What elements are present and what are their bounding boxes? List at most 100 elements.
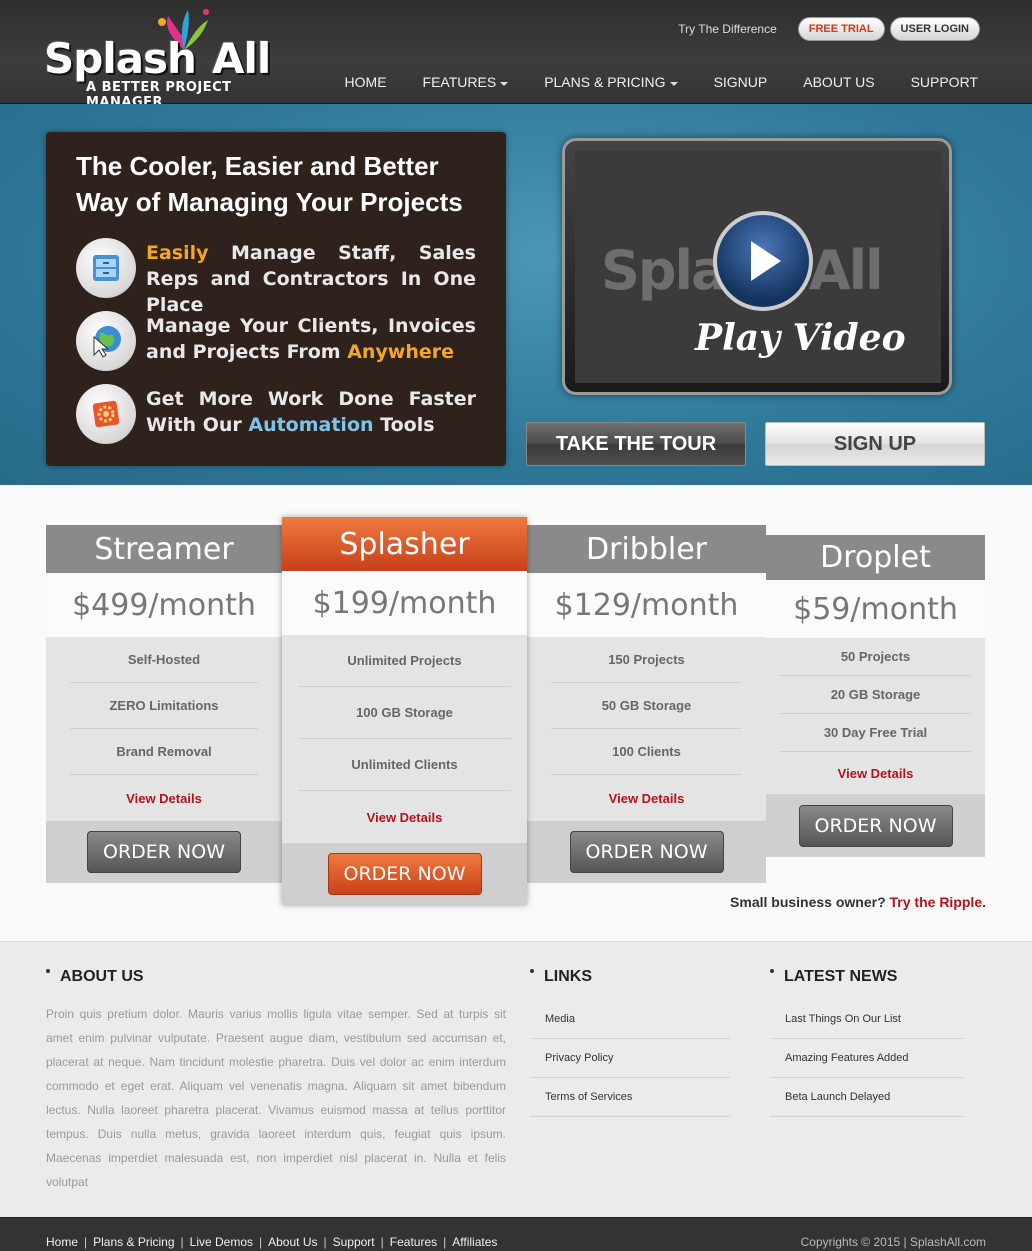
plan-dribbler: Dribbler $129/month 150 Projects 50 GB S… [527, 525, 766, 883]
caret-down-icon [669, 82, 678, 86]
bottom-link-about[interactable]: About Us [268, 1235, 317, 1249]
feature-item: Easily Manage Staff, Sales Reps and Cont… [76, 236, 486, 316]
nav-features[interactable]: FEATURES [423, 74, 509, 90]
order-area: ORDER NOW [46, 821, 282, 883]
feature-text: Get More Work Done Faster With Our Autom… [146, 388, 476, 436]
site-header: Splash All A BETTER PROJECT MANAGER Try … [0, 0, 1032, 110]
bottom-link-features[interactable]: Features [390, 1235, 437, 1249]
free-trial-button[interactable]: FREE TRIAL [797, 17, 885, 41]
top-links: Try The Difference FREE TRIAL USER LOGIN [678, 16, 980, 42]
video-player[interactable]: Splash All Play Video [562, 138, 952, 395]
plan-price: $199/month [282, 571, 527, 635]
nav-home[interactable]: HOME [345, 74, 387, 90]
footer-link-terms[interactable]: Terms of Services [530, 1078, 730, 1117]
plan-name: Droplet [766, 535, 985, 580]
order-now-button[interactable]: ORDER NOW [87, 831, 241, 873]
plan-features: Unlimited Projects 100 GB Storage Unlimi… [282, 635, 527, 791]
try-ripple-link[interactable]: Try the Ripple. [890, 894, 986, 910]
plan-features: 150 Projects 50 GB Storage 100 Clients [527, 637, 766, 775]
feature-item: Get More Work Done Faster With Our Autom… [76, 382, 486, 444]
news-item[interactable]: Last Things On Our List [770, 1000, 964, 1039]
plan-feature: 20 GB Storage [780, 676, 971, 714]
nav-about-us[interactable]: ABOUT US [803, 74, 874, 90]
logo-word-splash: Splash [44, 34, 197, 83]
about-us-heading: ABOUT US [46, 968, 144, 986]
about-us-text: Proin quis pretium dolor. Mauris varius … [46, 1007, 506, 1189]
play-icon[interactable] [713, 211, 813, 311]
feature-text: Easily Manage Staff, Sales Reps and Cont… [146, 242, 476, 316]
view-details-link[interactable]: View Details [766, 752, 985, 794]
bullet-icon [530, 969, 534, 973]
gear-icon [76, 384, 136, 444]
plan-price: $129/month [527, 573, 766, 637]
copyright: Copyrights © 2015 | SplashAll.com [800, 1235, 986, 1249]
bullet-icon [46, 969, 50, 973]
caret-down-icon [500, 82, 509, 86]
bottom-link-support[interactable]: Support [333, 1235, 375, 1249]
latest-news-heading: LATEST NEWS [770, 968, 897, 986]
news-item[interactable]: Amazing Features Added [770, 1039, 964, 1078]
bottom-link-home[interactable]: Home [46, 1235, 78, 1249]
bottom-link-plans[interactable]: Plans & Pricing [93, 1235, 174, 1249]
order-now-button[interactable]: ORDER NOW [327, 853, 482, 895]
order-now-button[interactable]: ORDER NOW [798, 804, 953, 847]
plan-feature: ZERO Limitations [70, 683, 258, 729]
view-details-link[interactable]: View Details [46, 775, 282, 821]
view-details-link[interactable]: View Details [527, 775, 766, 821]
plan-feature: Unlimited Clients [298, 739, 511, 791]
nav-plans-pricing[interactable]: PLANS & PRICING [544, 74, 678, 90]
nav-support[interactable]: SUPPORT [911, 74, 978, 90]
plan-feature: 150 Projects [551, 637, 742, 683]
feature-item: Manage Your Clients, Invoices and Projec… [76, 309, 486, 371]
logo[interactable]: Splash All A BETTER PROJECT MANAGER [44, 8, 276, 110]
take-the-tour-button[interactable]: TAKE THE TOUR [526, 422, 746, 466]
cabinet-icon [76, 238, 136, 298]
news-item[interactable]: Beta Launch Delayed [770, 1078, 964, 1117]
plan-splasher: Splasher $199/month Unlimited Projects 1… [282, 517, 527, 905]
plan-feature: 50 Projects [780, 638, 971, 676]
order-area: ORDER NOW [766, 794, 985, 857]
footer: ABOUT US Proin quis pretium dolor. Mauri… [0, 941, 1032, 1217]
bottom-nav: Home | Plans & Pricing | Live Demos | About… [46, 1235, 498, 1249]
feature-text: Manage Your Clients, Invoices and Projec… [146, 315, 476, 363]
view-details-link[interactable]: View Details [282, 791, 527, 843]
plan-feature: Self-Hosted [70, 637, 258, 683]
order-area: ORDER NOW [282, 843, 527, 905]
ripple-promo: Small business owner? Try the Ripple. [730, 894, 986, 910]
order-now-button[interactable]: ORDER NOW [569, 831, 724, 873]
sign-up-button[interactable]: SIGN UP [765, 422, 985, 466]
plan-name: Splasher [282, 517, 527, 571]
main-nav: HOME FEATURES PLANS & PRICING SIGNUP ABO… [309, 74, 978, 90]
logo-word-all: All [212, 34, 271, 83]
plan-streamer: Streamer $499/month Self-Hosted ZERO Lim… [46, 525, 282, 883]
plan-feature: Unlimited Projects [298, 635, 511, 687]
links-heading: LINKS [530, 968, 592, 986]
plan-feature: 50 GB Storage [551, 683, 742, 729]
hero-features-box: The Cooler, Easier and Better Way of Man… [46, 132, 506, 466]
plan-feature: 100 Clients [551, 729, 742, 775]
plan-features: 50 Projects 20 GB Storage 30 Day Free Tr… [766, 638, 985, 752]
ripple-text: Small business owner? [730, 894, 886, 910]
order-area: ORDER NOW [527, 821, 766, 883]
plan-features: Self-Hosted ZERO Limitations Brand Remov… [46, 637, 282, 775]
hero-title: The Cooler, Easier and Better Way of Man… [76, 151, 463, 217]
plan-feature: 30 Day Free Trial [780, 714, 971, 752]
user-login-button[interactable]: USER LOGIN [889, 17, 980, 41]
bottom-link-demos[interactable]: Live Demos [190, 1235, 253, 1249]
bottom-bar: Home | Plans & Pricing | Live Demos | About… [0, 1217, 1032, 1251]
play-video-label: Play Video [695, 317, 906, 359]
news-list: Last Things On Our List Amazing Features… [770, 1000, 964, 1117]
links-list: Media Privacy Policy Terms of Services [530, 1000, 730, 1117]
footer-link-privacy[interactable]: Privacy Policy [530, 1039, 730, 1078]
video-screen: Splash All Play Video [575, 151, 941, 383]
plan-name: Streamer [46, 525, 282, 573]
try-difference-text: Try The Difference [678, 22, 777, 36]
plan-feature: Brand Removal [70, 729, 258, 775]
nav-signup[interactable]: SIGNUP [714, 74, 768, 90]
bottom-link-affiliates[interactable]: Affiliates [452, 1235, 497, 1249]
plan-name: Dribbler [527, 525, 766, 573]
footer-link-media[interactable]: Media [530, 1000, 730, 1039]
plan-price: $499/month [46, 573, 282, 637]
hero-section: The Cooler, Easier and Better Way of Man… [0, 104, 1032, 485]
plan-price: $59/month [766, 580, 985, 638]
